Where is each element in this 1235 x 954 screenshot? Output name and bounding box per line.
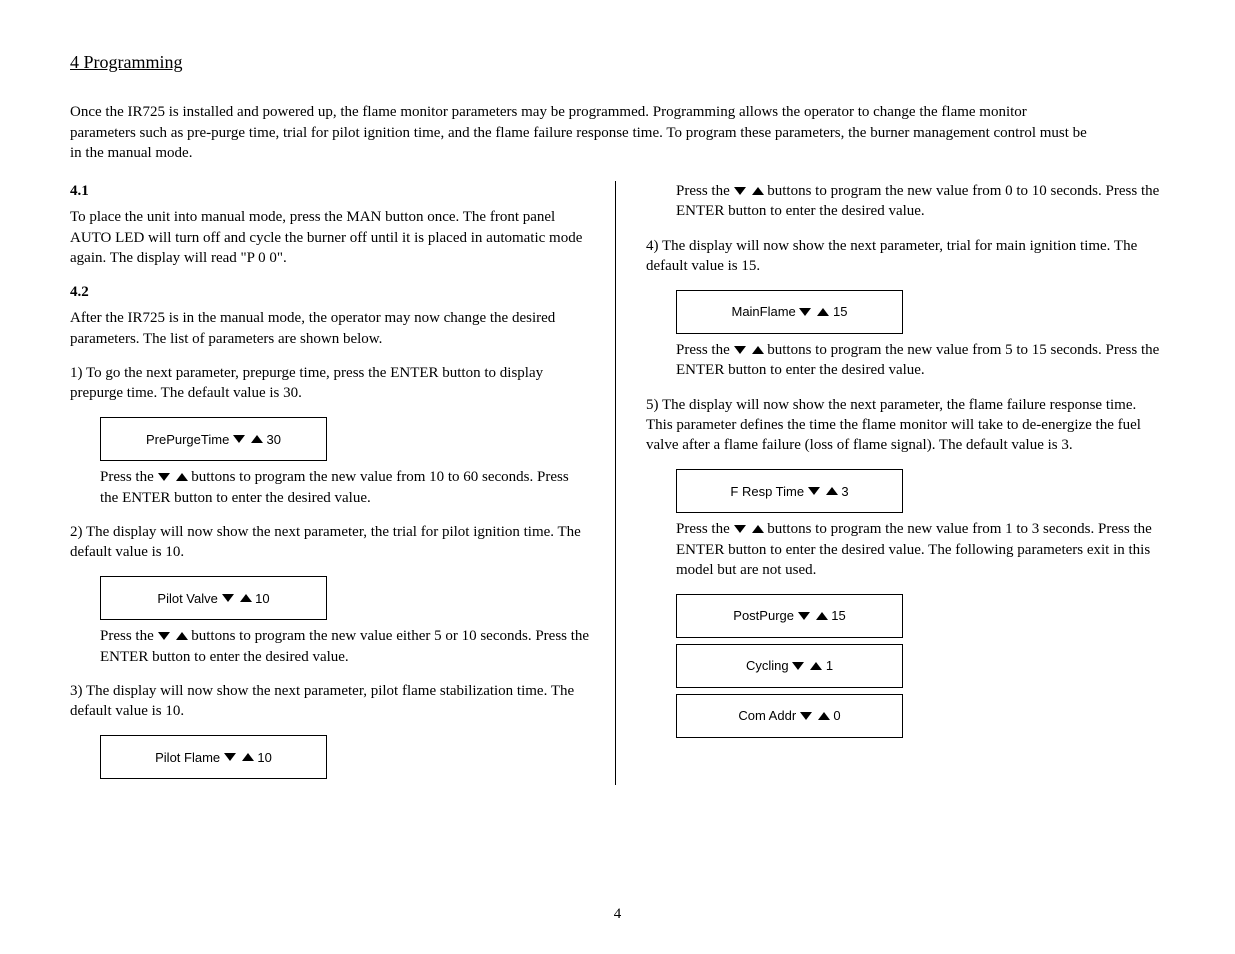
- s42-step3: 3) The display will now show the next pa…: [70, 681, 590, 722]
- s42-step2: 2) The display will now show the next pa…: [70, 522, 590, 563]
- display-f-resp-time: F Resp Time 3: [676, 469, 903, 513]
- r-step4: 4) The display will now show the next pa…: [646, 236, 1166, 277]
- up-down-icon: [220, 749, 257, 767]
- page-number: 4: [0, 904, 1235, 924]
- up-down-icon: [796, 303, 833, 321]
- right-column: Press the buttons to program the new val…: [615, 181, 1166, 785]
- up-down-icon: [158, 473, 188, 481]
- s42-text: After the IR725 is in the manual mode, t…: [70, 308, 590, 349]
- section-4-1: 4.1: [70, 181, 590, 201]
- up-down-icon: [804, 483, 841, 501]
- display-com-addr: Com Addr 0: [676, 694, 903, 738]
- up-down-icon: [734, 187, 764, 195]
- left-column: 4.1 To place the unit into manual mode, …: [70, 181, 615, 785]
- s42-step1-tail: Press the buttons to program the new val…: [100, 467, 590, 508]
- up-down-icon: [796, 707, 833, 725]
- display-prepurge-time: PrePurgeTime 30: [100, 417, 327, 461]
- up-down-icon: [734, 346, 764, 354]
- up-down-icon: [734, 525, 764, 533]
- up-down-icon: [158, 632, 188, 640]
- up-down-icon: [218, 590, 255, 608]
- display-pilot-valve: Pilot Valve 10: [100, 576, 327, 620]
- display-postpurge: PostPurge 15: [676, 594, 903, 638]
- intro-paragraph: Once the IR725 is installed and powered …: [70, 102, 1090, 163]
- display-cycling: Cycling 1: [676, 644, 903, 688]
- r-step4-tail: Press the buttons to program the new val…: [676, 340, 1166, 381]
- s41-text: To place the unit into manual mode, pres…: [70, 207, 590, 268]
- display-pilot-flame: Pilot Flame 10: [100, 735, 327, 779]
- right-top-tail: Press the buttons to program the new val…: [676, 181, 1166, 222]
- r-step5-tail: Press the buttons to program the new val…: [676, 519, 1166, 580]
- up-down-icon: [229, 431, 266, 449]
- page-title: 4 Programming: [70, 50, 1165, 74]
- s42-step2-tail: Press the buttons to program the new val…: [100, 626, 590, 667]
- up-down-icon: [789, 657, 826, 675]
- r-step5: 5) The display will now show the next pa…: [646, 395, 1166, 456]
- up-down-icon: [794, 607, 831, 625]
- s42-step1: 1) To go the next parameter, prepurge ti…: [70, 363, 590, 404]
- display-main-flame: MainFlame 15: [676, 290, 903, 334]
- section-4-2: 4.2: [70, 282, 590, 302]
